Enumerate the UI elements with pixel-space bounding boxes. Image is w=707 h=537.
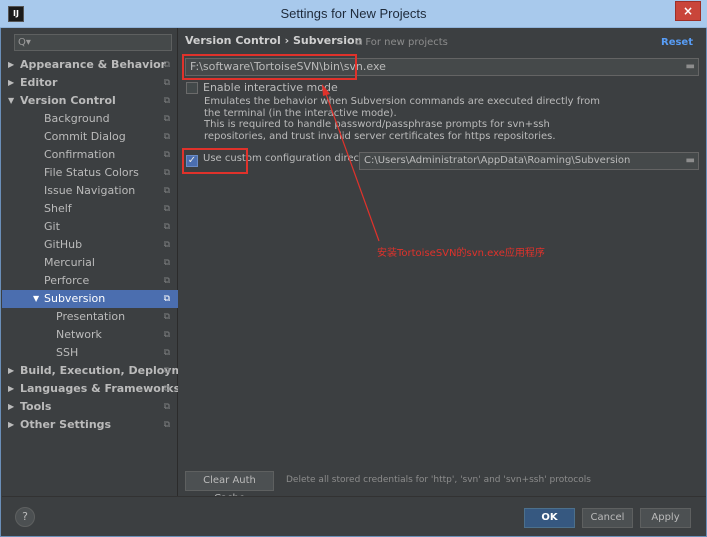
- project-scope-icon: ⧉: [163, 132, 170, 142]
- project-scope-icon: ⧉: [163, 312, 170, 322]
- project-scope-icon: ⧉: [163, 258, 170, 268]
- project-scope-icon: ⧉: [163, 240, 170, 250]
- project-scope-icon: ⧉: [163, 96, 170, 106]
- sidebar-item-label: Network: [56, 328, 102, 341]
- sidebar-item-label: Background: [44, 112, 110, 125]
- help-button[interactable]: ?: [15, 507, 35, 527]
- sidebar-item-version-control[interactable]: ▼ Version Control ⧉: [2, 92, 178, 110]
- sidebar-item-network[interactable]: Network ⧉: [2, 326, 178, 344]
- settings-search-input[interactable]: Q▾: [14, 34, 172, 51]
- sidebar-item-languages-frameworks[interactable]: ▶ Languages & Frameworks ⧉: [2, 380, 178, 398]
- ok-button[interactable]: OK: [524, 508, 575, 528]
- sidebar-item-subversion[interactable]: ▼ Subversion ⧉: [2, 290, 178, 308]
- collapsed-arrow-icon[interactable]: ▶: [8, 362, 14, 380]
- sidebar-item-file-status-colors[interactable]: File Status Colors ⧉: [2, 164, 178, 182]
- window-titlebar: IJ Settings for New Projects ×: [0, 0, 707, 28]
- sidebar-item-label: Commit Dialog: [44, 130, 126, 143]
- annotation-text: 安装TortoiseSVN的svn.exe应用程序: [377, 248, 545, 259]
- sidebar-item-label: Other Settings: [20, 418, 112, 431]
- dialog-footer: ? OK Cancel Apply: [2, 496, 706, 536]
- sidebar-item-label: Confirmation: [44, 148, 116, 161]
- project-scope-icon: ⧉: [163, 186, 170, 196]
- sidebar-item-label: Presentation: [56, 310, 126, 323]
- sidebar-item-label: Languages & Frameworks: [20, 382, 178, 395]
- sidebar-item-github[interactable]: GitHub ⧉: [2, 236, 178, 254]
- sidebar-item-label: Subversion: [44, 292, 106, 305]
- project-scope-icon: ⧉: [163, 168, 170, 178]
- sidebar-item-appearance-behavior[interactable]: ▶ Appearance & Behavior ⧉: [2, 56, 178, 74]
- project-scope-icon: ⧉: [163, 204, 170, 214]
- project-scope-icon: ⧉: [163, 114, 170, 124]
- sidebar-item-editor[interactable]: ▶ Editor ⧉: [2, 74, 178, 92]
- settings-dialog: Q▾ ▶ Appearance & Behavior ⧉ ▶ Editor ⧉ ▼ Versi…: [0, 28, 707, 537]
- sidebar-item-label: Shelf: [44, 202, 72, 215]
- sidebar-item-issue-navigation[interactable]: Issue Navigation ⧉: [2, 182, 178, 200]
- project-scope-icon: ⧉: [163, 366, 170, 376]
- project-scope-icon: ⧉: [163, 330, 170, 340]
- sidebar-item-perforce[interactable]: Perforce ⧉: [2, 272, 178, 290]
- project-scope-icon: ⧉: [163, 78, 170, 88]
- sidebar-item-shelf[interactable]: Shelf ⧉: [2, 200, 178, 218]
- sidebar-item-commit-dialog[interactable]: Commit Dialog ⧉: [2, 128, 178, 146]
- project-scope-icon: ⧉: [163, 222, 170, 232]
- sidebar-item-mercurial[interactable]: Mercurial ⧉: [2, 254, 178, 272]
- sidebar-item-tools[interactable]: ▶ Tools ⧉: [2, 398, 178, 416]
- sidebar-item-label: Issue Navigation: [44, 184, 136, 197]
- sidebar-item-other-settings[interactable]: ▶ Other Settings ⧉: [2, 416, 178, 434]
- sidebar-item-label: Tools: [20, 400, 52, 413]
- settings-sidebar: Q▾ ▶ Appearance & Behavior ⧉ ▶ Editor ⧉ ▼ Versi…: [2, 28, 178, 496]
- project-scope-icon: ⧉: [163, 384, 170, 394]
- search-icon: Q▾: [18, 37, 31, 48]
- collapsed-arrow-icon[interactable]: ▶: [8, 56, 14, 74]
- sidebar-item-ssh[interactable]: SSH ⧉: [2, 344, 178, 362]
- collapsed-arrow-icon[interactable]: ▶: [8, 416, 14, 434]
- collapsed-arrow-icon[interactable]: ▶: [8, 380, 14, 398]
- sidebar-item-label: GitHub: [44, 238, 83, 251]
- sidebar-item-git[interactable]: Git ⧉: [2, 218, 178, 236]
- project-scope-icon: ⧉: [163, 348, 170, 358]
- collapsed-arrow-icon[interactable]: ▶: [8, 74, 14, 92]
- expanded-arrow-icon[interactable]: ▼: [8, 92, 14, 110]
- sidebar-item-label: SSH: [56, 346, 79, 359]
- sidebar-item-confirmation[interactable]: Confirmation ⧉: [2, 146, 178, 164]
- sidebar-item-label: Editor: [20, 76, 58, 89]
- sidebar-item-label: Mercurial: [44, 256, 95, 269]
- collapsed-arrow-icon[interactable]: ▶: [8, 398, 14, 416]
- project-scope-icon: ⧉: [163, 276, 170, 286]
- window-title: Settings for New Projects: [280, 6, 427, 21]
- project-scope-icon: ⧉: [163, 60, 170, 70]
- sidebar-item-label: Perforce: [44, 274, 90, 287]
- clear-auth-cache-note: Delete all stored credentials for 'http'…: [286, 475, 591, 485]
- subversion-settings-panel: Version Control › Subversion ⧉ For new p…: [179, 28, 707, 504]
- sidebar-item-label: Build, Execution, Deploymen: [20, 364, 178, 377]
- expanded-arrow-icon[interactable]: ▼: [33, 290, 39, 308]
- sidebar-item-background[interactable]: Background ⧉: [2, 110, 178, 128]
- project-scope-icon: ⧉: [163, 402, 170, 412]
- sidebar-item-label: Appearance & Behavior: [20, 58, 167, 71]
- sidebar-item-build-execution-deploymen[interactable]: ▶ Build, Execution, Deploymen⧉: [2, 362, 178, 380]
- project-scope-icon: ⧉: [163, 420, 170, 430]
- sidebar-item-presentation[interactable]: Presentation ⧉: [2, 308, 178, 326]
- clear-auth-cache-button[interactable]: Clear Auth Cache: [185, 471, 274, 504]
- sidebar-item-label: Git: [44, 220, 60, 233]
- cancel-button[interactable]: Cancel: [582, 508, 633, 528]
- sidebar-item-label: Version Control: [20, 94, 116, 107]
- sidebar-item-label: File Status Colors: [44, 166, 139, 179]
- project-scope-icon: ⧉: [163, 150, 170, 160]
- apply-button[interactable]: Apply: [640, 508, 691, 528]
- settings-tree: ▶ Appearance & Behavior ⧉ ▶ Editor ⧉ ▼ Version …: [2, 56, 178, 434]
- annotation-arrow: [322, 84, 380, 242]
- close-button[interactable]: ×: [675, 1, 701, 21]
- project-scope-icon: ⧉: [163, 294, 170, 304]
